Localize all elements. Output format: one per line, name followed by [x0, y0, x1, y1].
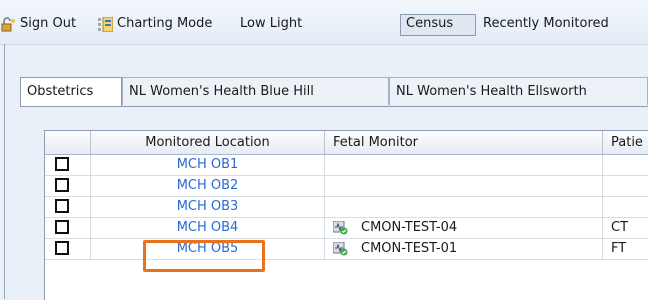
census-grid: Monitored Location Fetal Monitor Patie M… — [44, 130, 648, 300]
tab-divider — [20, 106, 648, 107]
column-header-monitored-location[interactable]: Monitored Location — [91, 131, 325, 154]
patient-cell — [603, 197, 648, 217]
table-row[interactable]: MCH OB5 CMON-TEST-01 FT — [45, 239, 648, 260]
select-cell — [45, 197, 91, 217]
table-row[interactable]: MCH OB2 — [45, 176, 648, 197]
tab-ellsworth[interactable]: NL Women's Health Ellsworth — [389, 77, 648, 105]
table-row[interactable]: MCH OB1 — [45, 155, 648, 176]
row-checkbox[interactable] — [55, 178, 69, 192]
panel-edge — [4, 44, 5, 299]
column-header-select[interactable] — [45, 131, 91, 154]
patient-cell: FT — [603, 239, 648, 259]
low-light-button[interactable]: Low Light — [240, 16, 302, 32]
fetal-monitor-icon — [333, 221, 348, 235]
row-checkbox[interactable] — [55, 199, 69, 213]
tab-label: NL Women's Health Ellsworth — [396, 84, 587, 99]
patient-cell — [603, 176, 648, 196]
row-checkbox[interactable] — [55, 220, 69, 234]
fetal-monitor-cell — [325, 155, 603, 175]
fetal-monitor-cell — [325, 197, 603, 217]
row-checkbox[interactable] — [55, 157, 69, 171]
column-header-fetal-monitor[interactable]: Fetal Monitor — [325, 131, 603, 154]
fetal-monitor-cell — [325, 176, 603, 196]
sign-out-button[interactable]: Sign Out — [20, 16, 76, 32]
location-link[interactable]: MCH OB3 — [91, 197, 325, 217]
facility-tabs: Obstetrics NL Women's Health Blue Hill N… — [20, 77, 648, 107]
patient-cell — [603, 155, 648, 175]
location-link[interactable]: MCH OB2 — [91, 176, 325, 196]
tab-label: Obstetrics — [27, 84, 94, 99]
charting-mode-button[interactable]: Charting Mode — [117, 16, 212, 32]
grid-header: Monitored Location Fetal Monitor Patie — [45, 131, 648, 155]
table-row[interactable]: MCH OB3 — [45, 197, 648, 218]
row-checkbox[interactable] — [55, 241, 69, 255]
location-link[interactable]: MCH OB1 — [91, 155, 325, 175]
fetal-monitor-name: CMON-TEST-01 — [361, 241, 458, 256]
tab-blue-hill[interactable]: NL Women's Health Blue Hill — [122, 77, 389, 105]
tab-label: NL Women's Health Blue Hill — [129, 84, 314, 99]
location-link[interactable]: MCH OB4 — [91, 218, 325, 238]
fetal-monitor-cell: CMON-TEST-01 — [325, 239, 603, 259]
select-cell — [45, 218, 91, 238]
fetal-monitor-cell: CMON-TEST-04 — [325, 218, 603, 238]
highlight-box — [143, 240, 265, 272]
charting-mode-icon — [98, 17, 113, 32]
table-row[interactable]: MCH OB4 CMON-TEST-04 CT — [45, 218, 648, 239]
select-cell — [45, 176, 91, 196]
sign-out-icon — [1, 17, 15, 32]
fetal-monitor-icon — [333, 242, 348, 256]
select-cell — [45, 239, 91, 259]
patient-cell: CT — [603, 218, 648, 238]
recently-monitored-button[interactable]: Recently Monitored — [483, 16, 609, 32]
toolbar: Sign Out Charting Mode Low Light Census … — [0, 0, 648, 45]
tab-obstetrics[interactable]: Obstetrics — [20, 77, 122, 107]
select-cell — [45, 155, 91, 175]
fetal-monitor-name: CMON-TEST-04 — [361, 220, 458, 235]
census-button[interactable]: Census — [406, 16, 453, 32]
column-header-patient[interactable]: Patie — [603, 131, 648, 154]
